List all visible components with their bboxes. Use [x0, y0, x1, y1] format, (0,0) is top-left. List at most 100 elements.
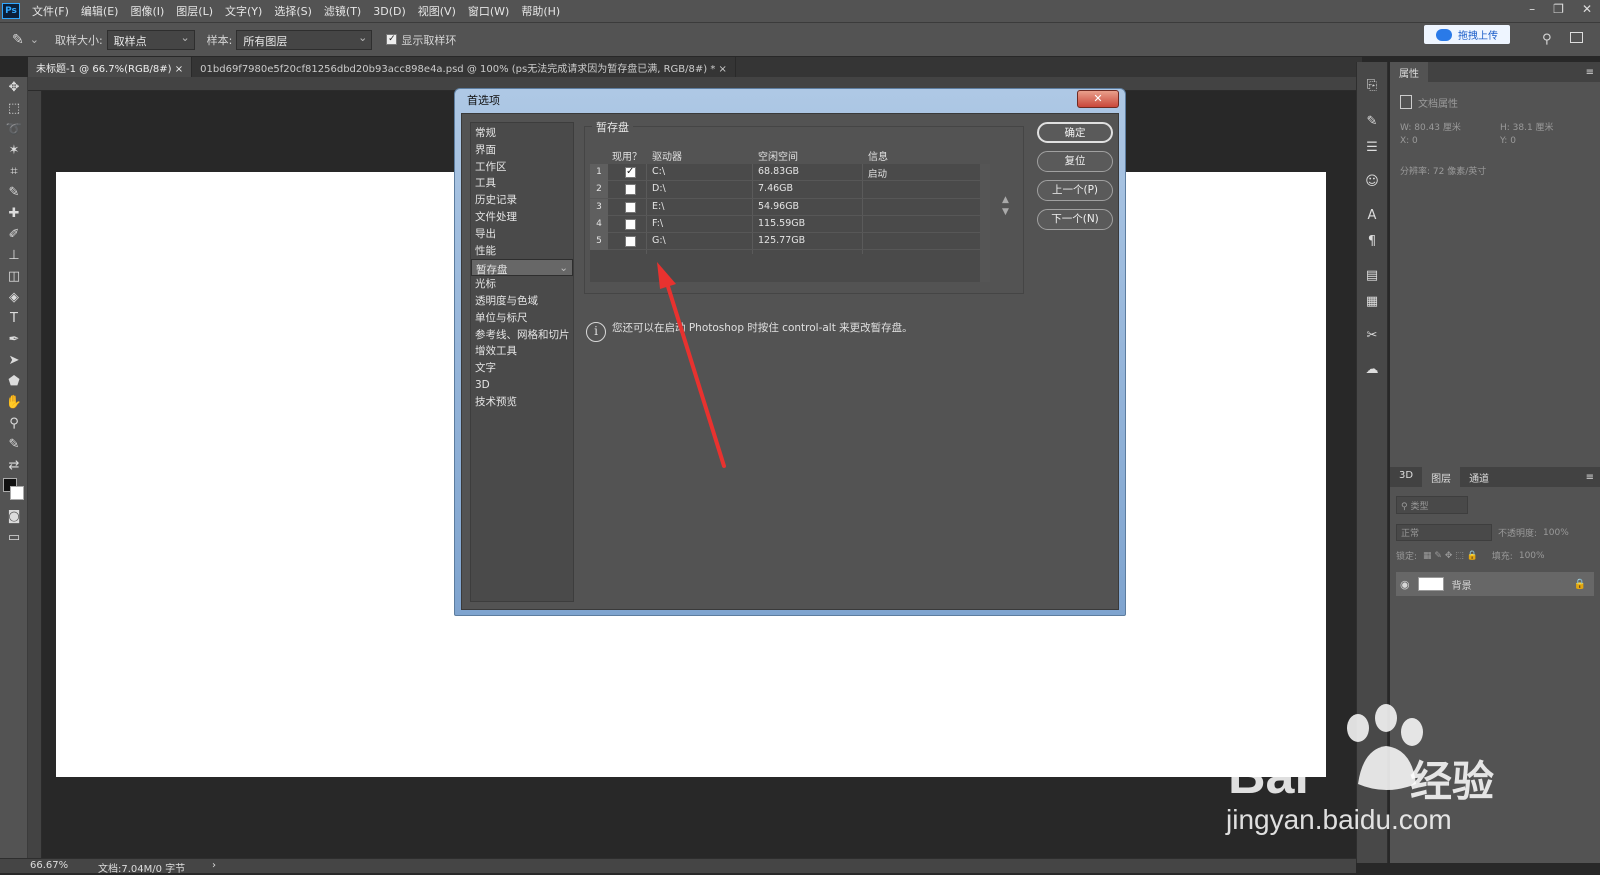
lock-icons[interactable]: ▦ ✎ ✥ ⬚ 🔒 — [1423, 551, 1478, 561]
menu-image[interactable]: 图像(I) — [124, 3, 170, 19]
tool-preset-chevron-icon[interactable]: ⌄ — [30, 33, 39, 46]
active-checkbox[interactable] — [625, 236, 636, 248]
status-arrow-icon[interactable]: › — [212, 860, 216, 871]
prev-button[interactable]: 上一个(P) — [1037, 180, 1113, 201]
lasso-tool-icon[interactable]: ➰ — [0, 119, 28, 140]
category-workspace[interactable]: 工作区 — [471, 159, 573, 176]
history-icon[interactable]: ⎘ — [1357, 72, 1387, 98]
type-tool-icon[interactable]: T — [0, 308, 28, 329]
category-guides[interactable]: 参考线、网格和切片 — [471, 327, 573, 344]
character-icon[interactable]: A — [1357, 202, 1387, 228]
category-export[interactable]: 导出 — [471, 226, 573, 243]
tab-close-icon[interactable]: × — [175, 64, 183, 75]
sample-size-select[interactable]: 取样点 — [106, 29, 195, 50]
menu-select[interactable]: 选择(S) — [268, 3, 318, 19]
eyedropper-icon[interactable]: ✎ — [0, 182, 28, 203]
active-checkbox[interactable] — [625, 201, 636, 213]
healing-brush-icon[interactable]: ✚ — [0, 203, 28, 224]
opacity-value[interactable]: 100% — [1543, 528, 1569, 538]
workspace-icon[interactable] — [1570, 32, 1583, 43]
menu-filter[interactable]: 滤镜(T) — [318, 3, 367, 19]
window-close-icon[interactable]: ✕ — [1582, 2, 1592, 16]
move-tool-icon[interactable]: ✥ — [0, 77, 28, 98]
color-swatches[interactable] — [0, 476, 27, 506]
active-checkbox[interactable] — [625, 218, 636, 230]
category-units[interactable]: 单位与标尺 — [471, 310, 573, 327]
paragraph-icon[interactable]: ¶ — [1357, 228, 1387, 254]
table-row[interactable]: 3 E:\ 54.96GB — [590, 198, 988, 216]
tab-3d[interactable]: 3D — [1390, 467, 1422, 487]
blend-mode-select[interactable]: 正常 — [1396, 524, 1492, 541]
creative-cloud-icon[interactable]: ☁ — [1357, 356, 1387, 382]
menu-layer[interactable]: 图层(L) — [170, 3, 219, 19]
visibility-eye-icon[interactable]: ◉ — [1400, 578, 1410, 591]
stamp-tool-icon[interactable]: ⊥ — [0, 245, 28, 266]
reset-button[interactable]: 复位 — [1037, 151, 1113, 172]
pen-tool-icon[interactable]: ✒ — [0, 329, 28, 350]
brush-tool-icon[interactable]: ✐ — [0, 224, 28, 245]
quick-mask-icon[interactable]: ◙ — [0, 506, 28, 527]
category-3d[interactable]: 3D — [471, 377, 573, 394]
tab-psd-file[interactable]: 01bd69f7980e5f20cf81256dbd20b93acc898e4a… — [192, 57, 736, 77]
table-row[interactable]: 5 G:\ 125.77GB — [590, 233, 988, 251]
tools-icon[interactable]: ✂ — [1357, 322, 1387, 348]
category-type[interactable]: 文字 — [471, 360, 573, 377]
menu-window[interactable]: 窗口(W) — [462, 3, 515, 19]
fill-value[interactable]: 100% — [1519, 551, 1545, 561]
restore-icon[interactable]: ❐ — [1553, 2, 1564, 16]
table-scrollbar[interactable] — [980, 164, 990, 282]
zoom-level[interactable]: 66.67% — [30, 860, 68, 871]
tab-channels[interactable]: 通道 — [1460, 467, 1498, 487]
category-general[interactable]: 常规 — [471, 125, 573, 142]
panel-menu-icon[interactable]: ≡ — [1586, 67, 1594, 78]
layers-menu-icon[interactable]: ≡ — [1586, 472, 1594, 483]
shape-tool-icon[interactable]: ⬟ — [0, 371, 28, 392]
paint-bucket-icon[interactable]: ◈ — [0, 287, 28, 308]
color-sampler-icon[interactable]: ✎ — [0, 434, 28, 455]
notes-icon[interactable]: ▦ — [1357, 288, 1387, 314]
tab-untitled[interactable]: 未标题-1 @ 66.7%(RGB/8#) × — [28, 57, 193, 77]
category-scratch-disks[interactable]: 暂存盘 — [471, 259, 573, 277]
category-history[interactable]: 历史记录 — [471, 192, 573, 209]
tab-properties[interactable]: 属性 — [1390, 62, 1428, 82]
tab-layers[interactable]: 图层 — [1422, 467, 1461, 487]
minimize-icon[interactable]: – — [1529, 2, 1535, 16]
menu-help[interactable]: 帮助(H) — [515, 3, 566, 19]
menu-file[interactable]: 文件(F) — [26, 3, 75, 19]
layer-filter-select[interactable]: ⚲ 类型 — [1396, 496, 1468, 514]
menu-view[interactable]: 视图(V) — [412, 3, 462, 19]
table-row[interactable]: 1 C:\ 68.83GB 启动 — [590, 164, 988, 182]
move-down-icon[interactable]: ▼ — [1002, 206, 1009, 218]
magic-wand-icon[interactable]: ✶ — [0, 140, 28, 161]
category-tech-preview[interactable]: 技术预览 — [471, 394, 573, 411]
cloud-upload-button[interactable]: 拖拽上传 — [1424, 25, 1510, 44]
sample-select[interactable]: 所有图层 — [236, 29, 373, 50]
brush-settings-icon[interactable]: ✎ — [1357, 108, 1387, 134]
eraser-tool-icon[interactable]: ◫ — [0, 266, 28, 287]
crop-tool-icon[interactable]: ⌗ — [0, 161, 28, 182]
ok-button[interactable]: 确定 — [1037, 122, 1113, 143]
category-interface[interactable]: 界面 — [471, 142, 573, 159]
marquee-tool-icon[interactable]: ⬚ — [0, 98, 28, 119]
hand-tool-icon[interactable]: ✋ — [0, 392, 28, 413]
category-transparency[interactable]: 透明度与色域 — [471, 293, 573, 310]
category-tools[interactable]: 工具 — [471, 175, 573, 192]
active-checkbox[interactable] — [625, 166, 636, 178]
menu-type[interactable]: 文字(Y) — [219, 3, 268, 19]
dialog-close-button[interactable]: ✕ — [1077, 90, 1119, 108]
next-button[interactable]: 下一个(N) — [1037, 209, 1113, 230]
adjustments-icon[interactable]: ☰ — [1357, 134, 1387, 160]
people-icon[interactable]: ☺ — [1357, 168, 1387, 194]
layer-row-background[interactable]: ◉ 背景 🔒 — [1396, 572, 1594, 596]
table-row[interactable]: 2 D:\ 7.46GB — [590, 181, 988, 199]
eyedropper-tool-icon[interactable]: ✎ — [12, 32, 24, 48]
active-checkbox[interactable] — [625, 184, 636, 196]
category-performance[interactable]: 性能 — [471, 243, 573, 260]
zoom-tool-icon[interactable]: ⚲ — [0, 413, 28, 434]
menu-3d[interactable]: 3D(D) — [367, 5, 412, 18]
show-ring-checkbox[interactable]: ✓ — [386, 34, 398, 45]
category-plugins[interactable]: 增效工具 — [471, 343, 573, 360]
background-color[interactable] — [10, 486, 24, 500]
move-up-icon[interactable]: ▲ — [1002, 194, 1009, 206]
search-icon[interactable]: ⚲ — [1542, 32, 1552, 47]
